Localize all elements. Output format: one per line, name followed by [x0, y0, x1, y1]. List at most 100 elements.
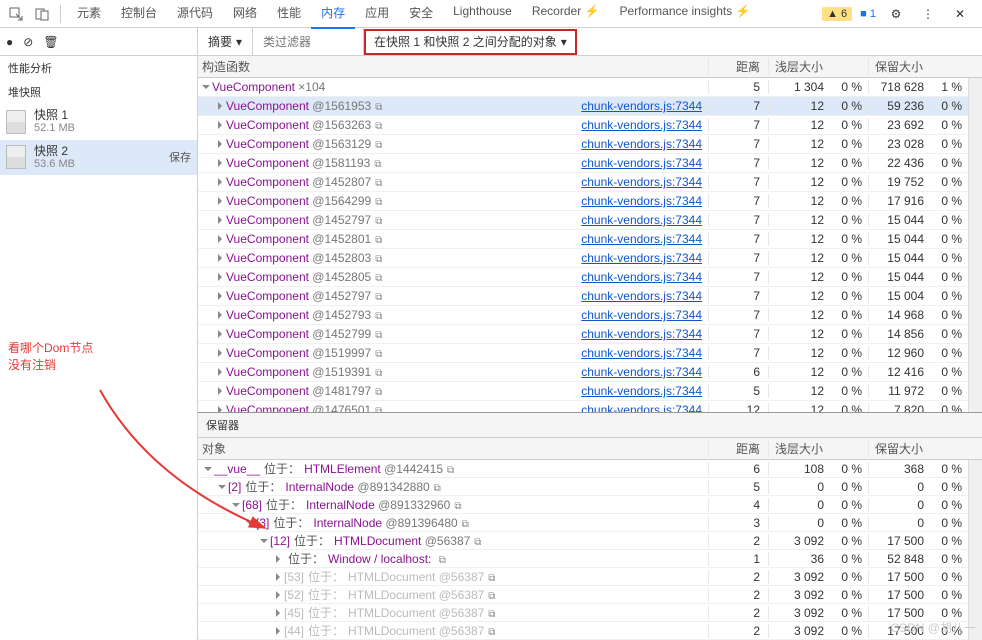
diff-dropdown[interactable]: 在快照 1 和快照 2 之间分配的对象 ▾: [364, 29, 577, 55]
popout-icon[interactable]: ⧉: [488, 573, 495, 584]
retainer-row[interactable]: [3]位于：InternalNode @891396480⧉300 %00 %: [198, 514, 968, 532]
popout-icon[interactable]: ⧉: [375, 273, 382, 284]
object-row[interactable]: VueComponent @1452807⧉ chunk-vendors.js:…: [198, 173, 968, 192]
object-row[interactable]: VueComponent @1563263⧉ chunk-vendors.js:…: [198, 116, 968, 135]
expand-icon[interactable]: [218, 102, 222, 110]
expand-icon[interactable]: [218, 485, 226, 489]
warnings-badge[interactable]: ▲ 6: [822, 7, 852, 21]
retainer-row[interactable]: 位于：Window / localhost: ⧉1360 %52 8480 %: [198, 550, 968, 568]
popout-icon[interactable]: ⧉: [375, 292, 382, 303]
source-link[interactable]: chunk-vendors.js:7344: [581, 327, 702, 341]
col-shallow[interactable]: 浅层大小: [768, 440, 868, 457]
col-distance[interactable]: 距离: [708, 440, 768, 457]
tab-0[interactable]: 元素: [67, 0, 111, 29]
expand-icon[interactable]: [202, 85, 210, 89]
expand-icon[interactable]: [218, 311, 222, 319]
expand-icon[interactable]: [218, 273, 222, 281]
snapshot-item[interactable]: 快照 152.1 MB: [0, 104, 197, 140]
expand-icon[interactable]: [218, 330, 222, 338]
popout-icon[interactable]: ⧉: [447, 465, 454, 476]
retainer-row[interactable]: __vue__位于：HTMLElement @1442415⧉61080 %36…: [198, 460, 968, 478]
tab-6[interactable]: 应用: [355, 0, 399, 29]
popout-icon[interactable]: ⧉: [488, 627, 495, 638]
source-link[interactable]: chunk-vendors.js:7344: [581, 175, 702, 189]
expand-icon[interactable]: [218, 140, 222, 148]
save-link[interactable]: 保存: [169, 149, 191, 165]
object-row[interactable]: VueComponent @1452805⧉ chunk-vendors.js:…: [198, 268, 968, 287]
retainer-row[interactable]: [12]位于：HTMLDocument @56387⧉23 0920 %17 5…: [198, 532, 968, 550]
expand-icon[interactable]: [218, 216, 222, 224]
object-row[interactable]: VueComponent @1452797⧉ chunk-vendors.js:…: [198, 211, 968, 230]
expand-icon[interactable]: [218, 159, 222, 167]
popout-icon[interactable]: ⧉: [375, 254, 382, 265]
expand-icon[interactable]: [218, 178, 222, 186]
popout-icon[interactable]: ⧉: [375, 330, 382, 341]
inspect-icon[interactable]: [4, 2, 28, 26]
object-row[interactable]: VueComponent @1452793⧉ chunk-vendors.js:…: [198, 306, 968, 325]
tab-10[interactable]: Performance insights ⚡: [609, 0, 760, 29]
expand-icon[interactable]: [276, 573, 280, 581]
expand-icon[interactable]: [276, 609, 280, 617]
retainer-row[interactable]: [53]位于：HTMLDocument @56387⧉23 0920 %17 5…: [198, 568, 968, 586]
expand-icon[interactable]: [276, 627, 280, 635]
source-link[interactable]: chunk-vendors.js:7344: [581, 213, 702, 227]
object-row[interactable]: VueComponent @1519391⧉ chunk-vendors.js:…: [198, 363, 968, 382]
object-row[interactable]: VueComponent @1452801⧉ chunk-vendors.js:…: [198, 230, 968, 249]
col-constructor[interactable]: 构造函数: [198, 58, 708, 75]
expand-icon[interactable]: [232, 503, 240, 507]
source-link[interactable]: chunk-vendors.js:7344: [581, 194, 702, 208]
source-link[interactable]: chunk-vendors.js:7344: [581, 403, 702, 412]
col-object[interactable]: 对象: [198, 440, 708, 457]
tab-3[interactable]: 网络: [223, 0, 267, 29]
retainer-rows[interactable]: __vue__位于：HTMLElement @1442415⧉61080 %36…: [198, 460, 968, 640]
expand-icon[interactable]: [218, 254, 222, 262]
scrollbar[interactable]: [968, 460, 982, 640]
object-row[interactable]: VueComponent @1564299⧉ chunk-vendors.js:…: [198, 192, 968, 211]
source-link[interactable]: chunk-vendors.js:7344: [581, 289, 702, 303]
object-rows[interactable]: VueComponent ×10451 3040 %718 6281 %VueC…: [198, 78, 968, 412]
clear-icon[interactable]: ⊘: [23, 35, 33, 49]
object-row[interactable]: VueComponent @1561953⧉ chunk-vendors.js:…: [198, 97, 968, 116]
popout-icon[interactable]: ⧉: [375, 387, 382, 398]
popout-icon[interactable]: ⧉: [375, 140, 382, 151]
tab-2[interactable]: 源代码: [167, 0, 223, 29]
device-icon[interactable]: [30, 2, 54, 26]
col-retained[interactable]: 保留大小: [868, 58, 968, 75]
source-link[interactable]: chunk-vendors.js:7344: [581, 270, 702, 284]
source-link[interactable]: chunk-vendors.js:7344: [581, 384, 702, 398]
retainer-row[interactable]: [68]位于：InternalNode @891332960⧉400 %00 %: [198, 496, 968, 514]
more-icon[interactable]: ⋮: [916, 2, 940, 26]
retainer-row[interactable]: [44]位于：HTMLDocument @56387⧉23 0920 %17 5…: [198, 622, 968, 640]
source-link[interactable]: chunk-vendors.js:7344: [581, 99, 702, 113]
popout-icon[interactable]: ⧉: [474, 537, 481, 548]
scrollbar[interactable]: [968, 78, 982, 412]
retainer-row[interactable]: [2]位于：InternalNode @891342880⧉500 %00 %: [198, 478, 968, 496]
popout-icon[interactable]: ⧉: [375, 235, 382, 246]
object-row[interactable]: VueComponent @1481797⧉ chunk-vendors.js:…: [198, 382, 968, 401]
source-link[interactable]: chunk-vendors.js:7344: [581, 118, 702, 132]
tab-5[interactable]: 内存: [311, 0, 355, 29]
popout-icon[interactable]: ⧉: [375, 178, 382, 189]
tab-1[interactable]: 控制台: [111, 0, 167, 29]
popout-icon[interactable]: ⧉: [462, 519, 469, 530]
expand-icon[interactable]: [218, 349, 222, 357]
close-icon[interactable]: ✕: [948, 2, 972, 26]
object-row[interactable]: VueComponent @1452797⧉ chunk-vendors.js:…: [198, 287, 968, 306]
popout-icon[interactable]: ⧉: [375, 311, 382, 322]
popout-icon[interactable]: ⧉: [454, 501, 461, 512]
popout-icon[interactable]: ⧉: [375, 216, 382, 227]
expand-icon[interactable]: [276, 555, 280, 563]
expand-icon[interactable]: [218, 368, 222, 376]
col-distance[interactable]: 距离: [708, 58, 768, 75]
retainer-row[interactable]: [45]位于：HTMLDocument @56387⧉23 0920 %17 5…: [198, 604, 968, 622]
popout-icon[interactable]: ⧉: [375, 121, 382, 132]
expand-icon[interactable]: [204, 467, 212, 471]
object-row[interactable]: VueComponent @1563129⧉ chunk-vendors.js:…: [198, 135, 968, 154]
popout-icon[interactable]: ⧉: [375, 349, 382, 360]
expand-icon[interactable]: [218, 235, 222, 243]
tab-9[interactable]: Recorder ⚡: [522, 0, 610, 29]
class-filter-input[interactable]: [263, 35, 353, 49]
messages-badge[interactable]: ■ 1: [860, 8, 876, 20]
object-row[interactable]: VueComponent @1476501⧉ chunk-vendors.js:…: [198, 401, 968, 412]
expand-icon[interactable]: [276, 591, 280, 599]
